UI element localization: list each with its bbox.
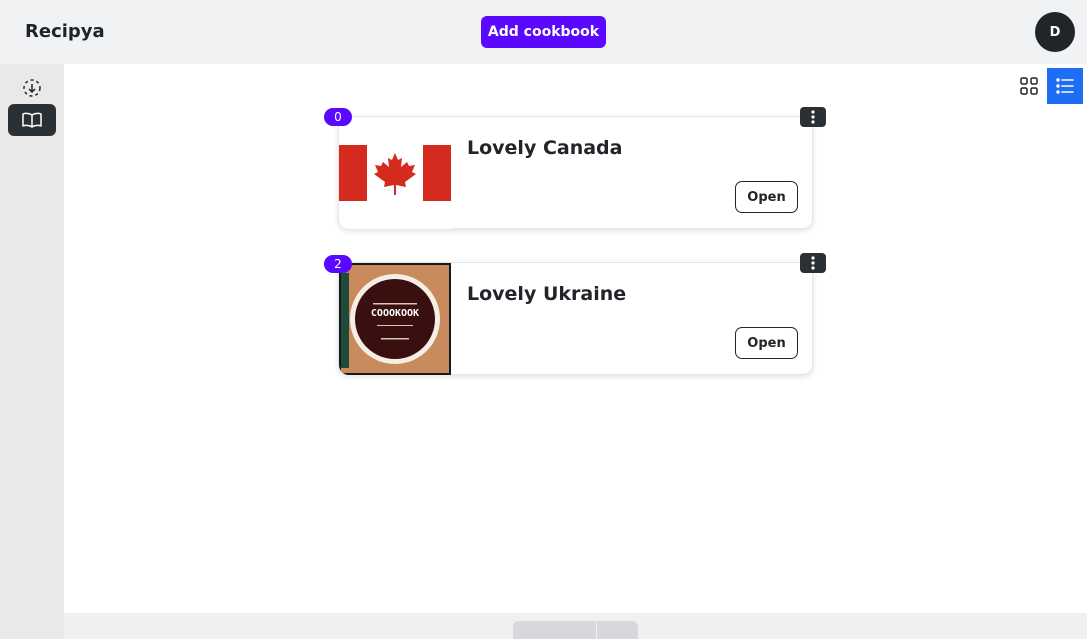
- list-view-button[interactable]: [1047, 68, 1083, 104]
- more-options-button[interactable]: [800, 107, 826, 127]
- brand-title[interactable]: Recipya: [25, 21, 105, 42]
- select-icon: [23, 79, 41, 97]
- cookbook-index-badge: 2: [324, 255, 352, 273]
- avatar[interactable]: D: [1035, 12, 1075, 52]
- svg-text:COOOKOOK: COOOKOOK: [371, 308, 419, 319]
- add-cookbook-button[interactable]: Add cookbook: [481, 16, 606, 48]
- cookbook-image-cover: COOOKOOK: [339, 263, 451, 375]
- list-icon: [1056, 78, 1074, 94]
- top-bar: Recipya Add cookbook D: [0, 0, 1087, 64]
- cookbook-title: Lovely Ukraine: [467, 283, 627, 305]
- cookbook-index-badge: 0: [324, 108, 352, 126]
- book-open-icon: [22, 112, 42, 128]
- grid-icon: [1020, 77, 1038, 95]
- cookbook-card[interactable]: COOOKOOK Lovely Ukraine Open: [338, 262, 813, 375]
- open-button[interactable]: Open: [735, 327, 798, 359]
- pagination-segment[interactable]: [597, 621, 638, 639]
- sidebar: [0, 64, 64, 639]
- cookbook-title: Lovely Canada: [467, 137, 623, 159]
- open-button[interactable]: Open: [735, 181, 798, 213]
- cookbook-card[interactable]: Lovely Canada Open: [338, 116, 813, 229]
- sidebar-item-select[interactable]: [8, 72, 56, 104]
- sidebar-item-cookbooks[interactable]: [8, 104, 56, 136]
- kebab-menu-icon: [811, 110, 815, 124]
- cookbook-image-canada-flag: [339, 117, 451, 229]
- kebab-menu-icon: [811, 256, 815, 270]
- grid-view-button[interactable]: [1011, 68, 1047, 104]
- pagination-segment[interactable]: [513, 621, 596, 639]
- more-options-button[interactable]: [800, 253, 826, 273]
